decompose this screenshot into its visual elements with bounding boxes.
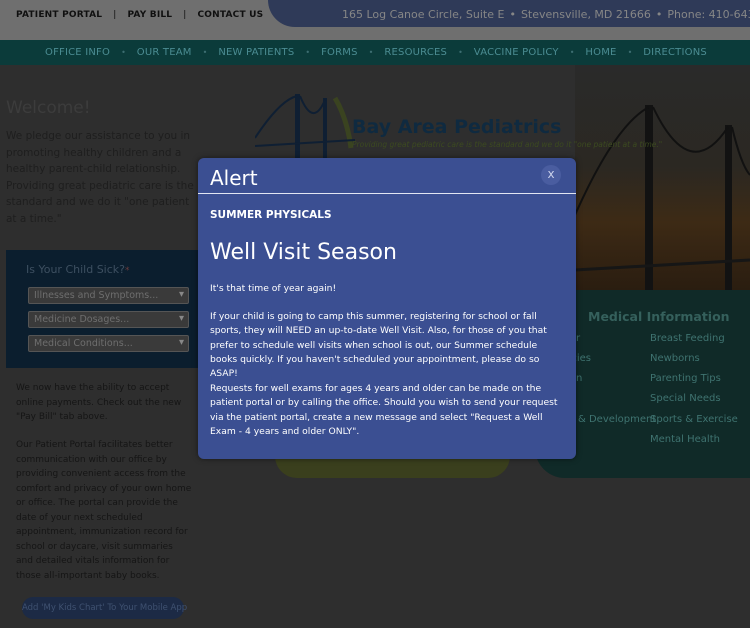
nav-separator: • <box>121 48 126 57</box>
close-icon[interactable]: x <box>541 165 561 185</box>
welcome-title: Welcome! <box>6 98 91 118</box>
medical-link-sports-exercise[interactable]: Sports & Exercise <box>650 414 738 425</box>
logo-bridge-icon <box>254 94 356 158</box>
nav-separator: • <box>305 48 311 57</box>
medical-info-title: Medical Information <box>588 309 730 324</box>
modal-paragraph-3: Requests for well exams for ages 4 years… <box>210 383 558 437</box>
bridge-photo <box>574 65 750 290</box>
modal-divider <box>198 193 576 194</box>
nav-separator: • <box>368 48 374 57</box>
nav-resources[interactable]: RESOURCES <box>384 47 447 58</box>
medical-link-partial[interactable]: n <box>576 373 582 384</box>
medical-conditions-select[interactable]: Medical Conditions... <box>28 335 189 352</box>
medical-link-breast-feeding[interactable]: Breast Feeding <box>650 333 725 344</box>
medical-link-partial[interactable]: r <box>576 333 580 344</box>
separator: | <box>113 10 117 20</box>
payments-text: We now have the ability to accept online… <box>16 383 182 422</box>
nav-home[interactable]: HOME <box>585 47 616 58</box>
nav-directions[interactable]: DIRECTIONS <box>643 47 707 58</box>
nav-our-team[interactable]: OUR TEAM <box>137 47 192 58</box>
illnesses-select[interactable]: Illnesses and Symptoms... <box>28 287 189 304</box>
top-link-patient-portal[interactable]: PATIENT PORTAL <box>16 10 102 20</box>
logo-tagline: Providing great pediatric care is the st… <box>352 140 663 149</box>
bullet: • <box>509 8 516 21</box>
logo-name: Bay Area Pediatrics <box>352 116 562 138</box>
top-links: PATIENT PORTAL | PAY BILL | CONTACT US <box>16 10 263 20</box>
modal-title: Alert <box>210 166 258 190</box>
nav-new-patients[interactable]: NEW PATIENTS <box>218 47 294 58</box>
top-link-contact-us[interactable]: CONTACT US <box>197 10 263 20</box>
required-star: * <box>125 266 130 276</box>
nav-separator: • <box>458 48 463 57</box>
nav-office-info[interactable]: OFFICE INFO <box>45 47 110 58</box>
portal-text: Our Patient Portal facilitates better co… <box>16 440 192 581</box>
nav-separator: • <box>627 48 633 57</box>
address-city: Stevensville, MD 21666 <box>520 8 651 21</box>
medical-link-newborns[interactable]: Newborns <box>650 353 700 364</box>
separator: | <box>183 10 187 20</box>
main-nav: OFFICE INFO • OUR TEAM • NEW PATIENTS • … <box>0 40 750 65</box>
bridge-illustration <box>574 105 750 290</box>
address-street: 165 Log Canoe Circle, Suite E <box>342 8 505 21</box>
mobile-app-button[interactable]: Add 'My Kids Chart' To Your Mobile App <box>22 597 187 619</box>
nav-separator: • <box>569 48 575 57</box>
welcome-text: We pledge our assistance to you in promo… <box>6 130 194 225</box>
top-bar: PATIENT PORTAL | PAY BILL | CONTACT US 1… <box>0 0 750 40</box>
medical-link-growth-development[interactable]: & Development <box>578 414 656 425</box>
modal-paragraph-2: If your child is going to camp this summ… <box>210 311 547 380</box>
modal-heading: Well Visit Season <box>210 240 397 265</box>
medicine-dosages-select[interactable]: Medicine Dosages... <box>28 311 189 328</box>
top-link-pay-bill[interactable]: PAY BILL <box>127 10 172 20</box>
child-sick-title-text: Is Your Child Sick? <box>26 263 125 276</box>
child-sick-title: Is Your Child Sick?* <box>26 263 130 276</box>
nav-vaccine-policy[interactable]: VACCINE POLICY <box>474 47 559 58</box>
address-phone: Phone: 410-643-1000 <box>667 8 750 21</box>
alert-modal: Alert x SUMMER PHYSICALS Well Visit Seas… <box>198 158 576 459</box>
medical-link-special-needs[interactable]: Special Needs <box>650 393 721 404</box>
bullet: • <box>655 8 663 21</box>
medical-link-mental-health[interactable]: Mental Health <box>650 434 720 445</box>
modal-paragraph-1: It's that time of year again! <box>210 283 337 294</box>
nav-separator: • <box>202 48 208 57</box>
nav-forms[interactable]: FORMS <box>321 47 358 58</box>
medical-link-parenting-tips[interactable]: Parenting Tips <box>650 373 721 384</box>
office-address: 165 Log Canoe Circle, Suite E • Stevensvil… <box>342 8 750 21</box>
modal-subtitle: SUMMER PHYSICALS <box>210 209 332 221</box>
